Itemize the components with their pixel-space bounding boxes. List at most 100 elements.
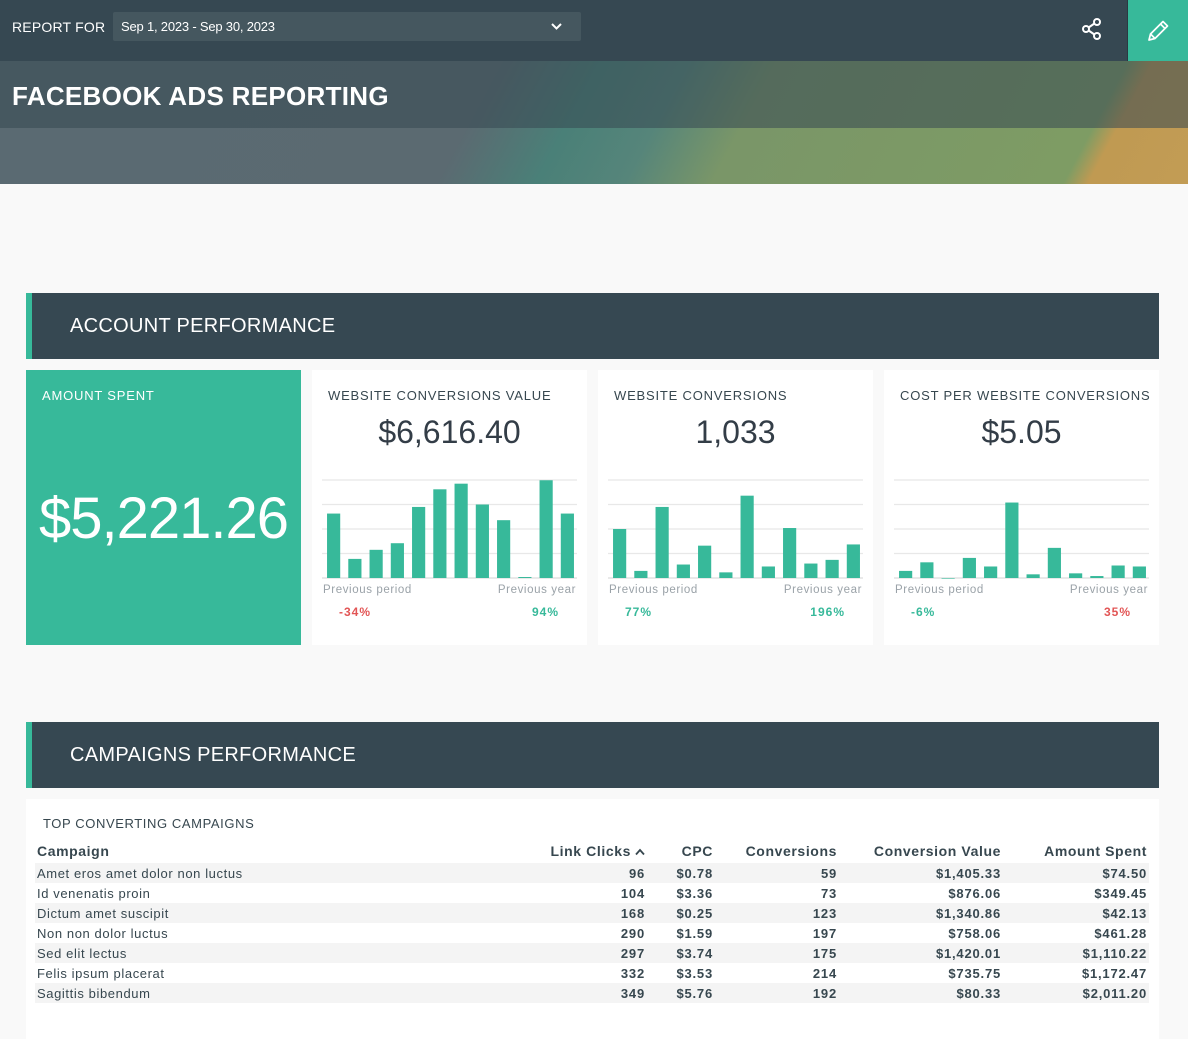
report-banner: FACEBOOK ADS REPORTING [0,61,1188,184]
chart-bar[interactable] [634,570,648,578]
table-row[interactable]: Sagittis bibendum 349 $5.76 192 $80.33 $2,011… [35,983,1149,1003]
chart-bar[interactable] [613,529,627,578]
previous-period-label: Previous period [895,584,984,596]
chart-bar[interactable] [539,480,553,578]
bar-chart [894,479,1149,579]
table-row[interactable]: Amet eros amet dolor non luctus 96 $0.78 59… [35,863,1149,883]
chart-bar[interactable] [327,513,341,578]
previous-period-change: -34% [339,605,372,619]
chevron-down-icon [551,23,562,30]
cell-conversion-value: $758.06 [948,925,1001,941]
chart-bar[interactable] [761,566,775,578]
chart-bar[interactable] [984,566,998,578]
cell-cpc: $3.53 [676,965,713,981]
chart-bar[interactable] [804,563,818,578]
cell-link-clicks: 290 [620,925,645,941]
cell-link-clicks: 104 [620,885,645,901]
cell-amount-spent: $1,110.22 [1082,945,1147,961]
chart-bar[interactable] [740,495,754,578]
column-header-amount-spent[interactable]: Amount Spent [1003,839,1149,863]
amount-spent-card: AMOUNT SPENT $5,221.26 [26,370,301,645]
column-header-campaign[interactable]: Campaign [35,839,535,863]
cell-conversions: 175 [812,945,837,961]
cell-cpc: $3.74 [676,945,713,961]
cell-amount-spent: $349.45 [1094,885,1147,901]
chart-bar[interactable] [475,504,489,579]
chart-bar[interactable] [941,578,955,579]
pencil-icon [1148,20,1169,41]
cell-conversions: 192 [812,985,837,1001]
chart-bar[interactable] [676,564,690,578]
cell-campaign: Id venenatis proin [37,885,151,901]
column-header-conversions[interactable]: Conversions [715,839,839,863]
chart-bar[interactable] [1090,576,1104,578]
cell-link-clicks: 332 [620,965,645,981]
cell-link-clicks: 349 [620,985,645,1001]
chart-bar[interactable] [846,544,860,578]
table-row[interactable]: Sed elit lectus 297 $3.74 175 $1,420.01 $1,11… [35,943,1149,963]
kpi-label: WEBSITE CONVERSIONS VALUE [328,388,552,403]
chart-bar[interactable] [825,559,839,578]
campaigns-performance-header: CAMPAIGNS PERFORMANCE [26,722,1159,788]
chart-bar[interactable] [560,513,574,578]
chart-bar[interactable] [412,506,426,578]
bar-chart [608,479,863,579]
cell-campaign: Sed elit lectus [37,945,127,961]
chart-bar[interactable] [962,557,976,578]
previous-year-change: 35% [1103,605,1131,619]
cell-conversions: 214 [812,965,837,981]
kpi-value: $5,221.26 [38,486,289,551]
previous-period-label: Previous period [609,584,698,596]
chart-bar[interactable] [1047,547,1061,578]
cell-amount-spent: $461.28 [1094,925,1147,941]
chart-bar[interactable] [719,572,733,578]
chart-bar[interactable] [1111,565,1125,578]
chart-bar[interactable] [1132,566,1146,578]
chart-bar[interactable] [348,558,362,578]
cell-link-clicks: 297 [620,945,645,961]
date-range-value: Sep 1, 2023 - Sep 30, 2023 [121,19,275,34]
previous-year-change: 94% [531,605,559,619]
table-row[interactable]: Dictum amet suscipit 168 $0.25 123 $1,340.86… [35,903,1149,923]
chart-bar[interactable] [899,570,913,578]
top-converting-campaigns-card: TOP CONVERTING CAMPAIGNS Campaign Link C… [26,799,1159,1039]
chart-bar[interactable] [1026,574,1040,578]
chart-bar[interactable] [369,549,383,578]
chart-bar[interactable] [390,543,404,578]
share-button[interactable] [1072,11,1112,47]
chart-bar[interactable] [783,528,797,578]
report-for-label: REPORT FOR [12,19,106,35]
chart-bar[interactable] [518,577,532,578]
edit-button[interactable] [1127,0,1188,61]
table-row[interactable]: Id venenatis proin 104 $3.36 73 $876.06 $349.… [35,883,1149,903]
date-range-select[interactable]: Sep 1, 2023 - Sep 30, 2023 [113,12,581,41]
cell-amount-spent: $74.50 [1102,865,1147,881]
column-header-conversion-value[interactable]: Conversion Value [839,839,1003,863]
column-header-cpc[interactable]: CPC [647,839,715,863]
cell-amount-spent: $2,011.20 [1082,985,1147,1001]
cell-conversions: 123 [812,905,837,921]
cell-conversion-value: $1,420.01 [935,945,1001,961]
chart-bar[interactable] [920,562,934,578]
cell-campaign: Dictum amet suscipit [37,905,169,921]
kpi-value: 1,033 [695,414,776,450]
table-row[interactable]: Felis ipsum placerat 332 $3.53 214 $735.75 $1… [35,963,1149,983]
chart-bar[interactable] [698,545,712,578]
cell-campaign: Non non dolor luctus [37,925,169,941]
table-header-row: Campaign Link Clicks CPC Conversions Con… [35,839,1149,863]
chart-bar[interactable] [433,489,447,578]
table-row[interactable]: Non non dolor luctus 290 $1.59 197 $758.06 $4… [35,923,1149,943]
chart-bar[interactable] [655,506,669,578]
cell-cpc: $3.36 [676,885,713,901]
previous-period-change: -6% [911,605,936,619]
chart-bar[interactable] [1069,573,1083,578]
cell-conversion-value: $80.33 [956,985,1001,1001]
chart-bar[interactable] [454,483,468,578]
previous-period-label: Previous period [323,584,412,596]
chart-bar[interactable] [497,520,511,578]
cell-campaign: Amet eros amet dolor non luctus [37,865,243,881]
chart-bar[interactable] [1005,502,1019,578]
kpi-value: $6,616.40 [378,414,521,450]
column-header-link-clicks[interactable]: Link Clicks [535,839,647,863]
previous-year-label: Previous year [1069,584,1148,596]
